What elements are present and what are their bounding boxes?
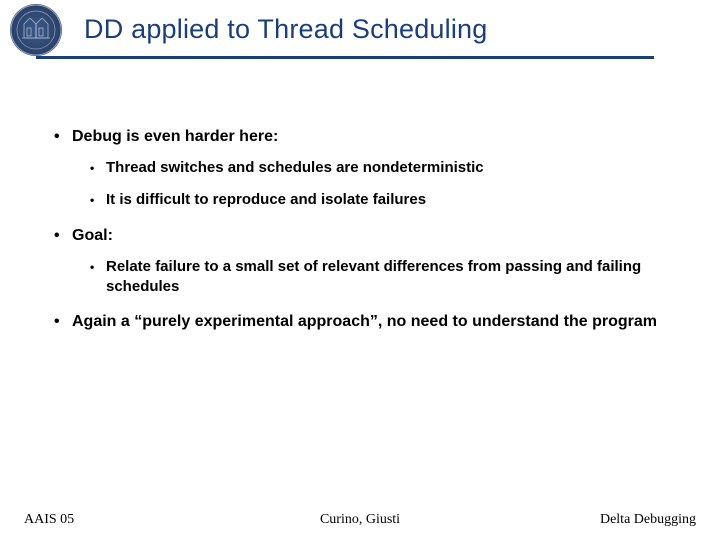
- slide-footer: AAIS 05 Curino, Giusti Delta Debugging: [0, 512, 720, 528]
- slide-header: DD applied to Thread Scheduling: [0, 0, 720, 62]
- title-underline: [36, 56, 654, 59]
- bullet-text: Goal:: [72, 227, 113, 245]
- bullet-dot-icon: •: [54, 313, 72, 331]
- bullet-group-goal: • Goal: • Relate failure to a small set …: [54, 227, 678, 298]
- bullet-group-approach: • Again a “purely experimental approach”…: [54, 313, 678, 331]
- bullet-group-debug: • Debug is even harder here: • Thread sw…: [54, 128, 678, 211]
- slide-body: • Debug is even harder here: • Thread sw…: [54, 128, 678, 347]
- bullet-dot-icon: •: [54, 128, 72, 146]
- bullet-text: Thread switches and schedules are nondet…: [106, 158, 484, 178]
- bullet-dot-icon: •: [90, 192, 106, 212]
- bullet-dot-icon: •: [90, 160, 106, 180]
- slide-title: DD applied to Thread Scheduling: [84, 14, 720, 45]
- bullet-l1: • Goal:: [54, 227, 678, 245]
- bullet-text: Again a “purely experimental approach”, …: [72, 313, 657, 331]
- bullet-dot-icon: •: [54, 227, 72, 245]
- university-seal-icon: [10, 4, 62, 56]
- slide: DD applied to Thread Scheduling • Debug …: [0, 0, 720, 540]
- bullet-l2: • Relate failure to a small set of relev…: [90, 257, 678, 298]
- bullet-text: Debug is even harder here:: [72, 128, 278, 146]
- footer-center: Curino, Giusti: [0, 512, 720, 528]
- bullet-l1: • Again a “purely experimental approach”…: [54, 313, 678, 331]
- bullet-text: Relate failure to a small set of relevan…: [106, 257, 678, 298]
- bullet-l2: • Thread switches and schedules are nond…: [90, 158, 678, 178]
- bullet-text: It is difficult to reproduce and isolate…: [106, 190, 426, 210]
- bullet-dot-icon: •: [90, 259, 106, 300]
- bullet-l2: • It is difficult to reproduce and isola…: [90, 190, 678, 210]
- bullet-l1: • Debug is even harder here:: [54, 128, 678, 146]
